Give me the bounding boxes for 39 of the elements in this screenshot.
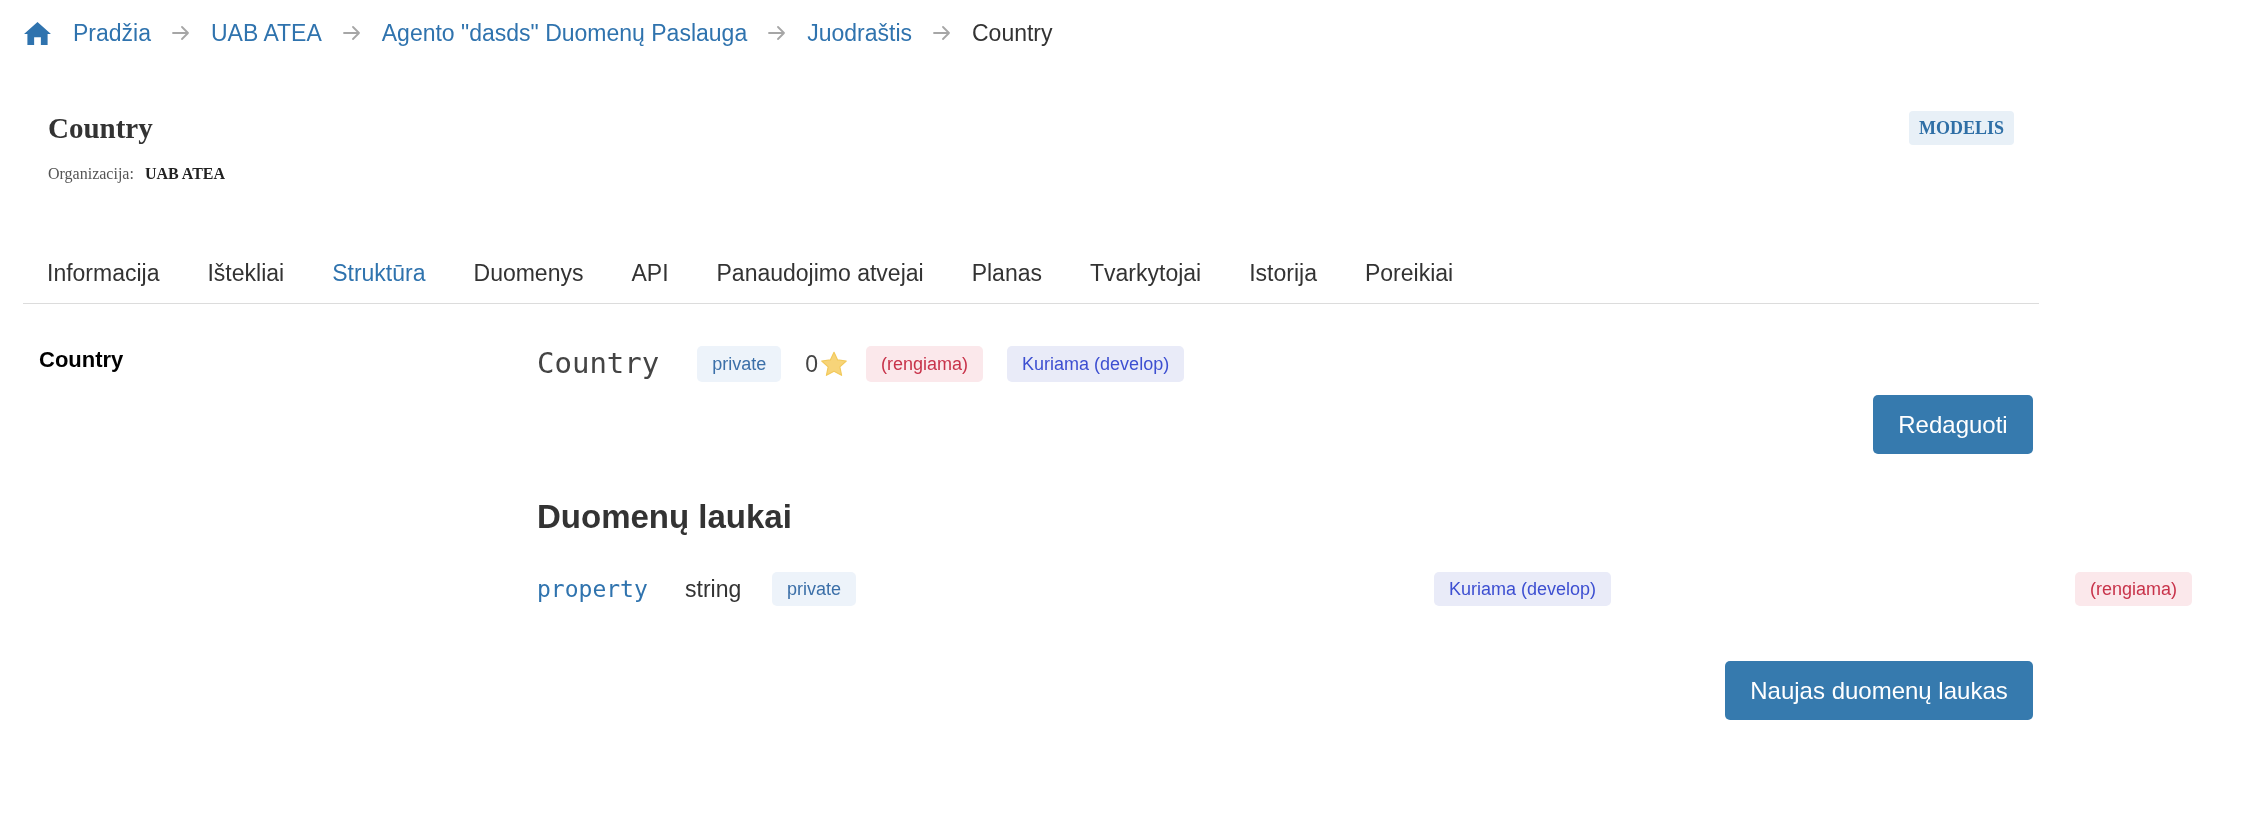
status-badge: (rengiama)	[866, 346, 984, 382]
breadcrumb-link[interactable]: UAB ATEA	[211, 15, 322, 51]
type-badge: MODELIS	[1908, 111, 2014, 145]
arrow-right-icon	[342, 26, 361, 40]
arrow-right-icon	[172, 26, 190, 40]
status-badge: (rengiama)	[2075, 572, 2193, 607]
star-count: 0	[805, 349, 819, 379]
tab[interactable]: Informacija	[23, 244, 184, 303]
tab[interactable]: Panaudojimo atvejai	[692, 244, 948, 303]
model-name: Country	[537, 345, 660, 383]
stage-badge: Kuriama (develop)	[1434, 572, 1612, 607]
organization-label: Organizacija:	[48, 164, 134, 185]
tab[interactable]: Planas	[947, 244, 1066, 303]
organization-name: UAB ATEA	[144, 164, 226, 184]
new-field-button[interactable]: Naujas duomenų laukas	[1725, 661, 2033, 720]
access-badge: private	[772, 572, 857, 607]
breadcrumb-link[interactable]: Agento "dasds" Duomenų Paslauga	[381, 15, 748, 51]
arrow-right-icon	[933, 26, 951, 40]
arrow-right-icon	[768, 26, 787, 40]
breadcrumb-link[interactable]: Juodraštis	[807, 15, 912, 51]
tab[interactable]: API	[607, 244, 693, 303]
page-title: Country	[48, 111, 153, 145]
breadcrumb-link[interactable]: Pradžia	[73, 15, 151, 51]
section-heading: Duomenų laukai	[537, 497, 793, 537]
star-icon[interactable]	[820, 350, 849, 378]
tab[interactable]: Istorija	[1225, 244, 1341, 303]
breadcrumb-current: Country	[972, 18, 1053, 48]
tab[interactable]: Duomenys	[449, 244, 608, 303]
field-name-link[interactable]: property	[537, 576, 648, 602]
access-badge: private	[697, 346, 782, 382]
tab[interactable]: Poreikiai	[1340, 244, 1478, 303]
home-icon[interactable]	[23, 20, 52, 46]
tab[interactable]: Ištekliai	[183, 244, 309, 303]
tab[interactable]: Tvarkytojai	[1066, 244, 1226, 303]
tab[interactable]: Struktūra	[308, 244, 450, 303]
sidebar-item[interactable]: Country	[39, 347, 537, 373]
field-type: string	[685, 576, 742, 602]
edit-button[interactable]: Redaguoti	[1873, 395, 2033, 454]
stage-badge: Kuriama (develop)	[1007, 346, 1185, 382]
